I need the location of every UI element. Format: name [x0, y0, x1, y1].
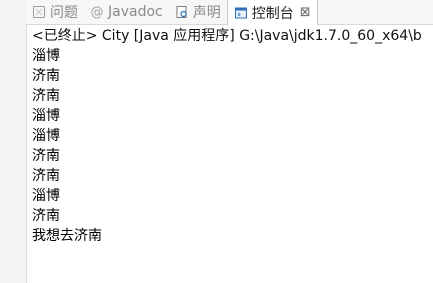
left-edge-panel	[0, 0, 27, 283]
view-tab-bar: 问题 @ Javadoc 声明 控制台 ⊠	[26, 0, 433, 25]
console-line: 淄博	[32, 108, 60, 124]
declaration-icon	[175, 5, 189, 19]
console-line: 淄博	[32, 128, 60, 144]
console-icon	[234, 6, 248, 20]
tab-declaration-label: 声明	[192, 5, 221, 21]
ide-window: 问题 @ Javadoc 声明 控制台 ⊠ <已终止> City [Java 应…	[0, 0, 433, 283]
javadoc-icon: @	[90, 4, 104, 20]
tab-console[interactable]: 控制台 ⊠	[226, 0, 318, 25]
console-line: 我想去济南	[32, 228, 102, 244]
console-line: 济南	[32, 68, 60, 84]
console-line: 淄博	[32, 48, 60, 64]
console-line: 济南	[32, 88, 60, 104]
console-line: 济南	[32, 208, 60, 224]
console-status-line: <已终止> City [Java 应用程序] G:\Java\jdk1.7.0_…	[32, 28, 422, 44]
tab-problems[interactable]: 问题	[26, 0, 84, 24]
console-line: 淄博	[32, 188, 60, 204]
console-line: 济南	[32, 148, 60, 164]
console-line: 济南	[32, 168, 60, 184]
tab-declaration[interactable]: 声明	[169, 0, 227, 24]
problems-icon	[32, 5, 46, 19]
console-output: <已终止> City [Java 应用程序] G:\Java\jdk1.7.0_…	[32, 26, 430, 246]
close-icon[interactable]: ⊠	[300, 5, 311, 20]
tab-javadoc-label: Javadoc	[108, 4, 163, 20]
tab-problems-label: 问题	[50, 5, 78, 21]
tab-javadoc[interactable]: @ Javadoc	[84, 0, 169, 24]
tab-console-label: 控制台	[251, 5, 294, 22]
